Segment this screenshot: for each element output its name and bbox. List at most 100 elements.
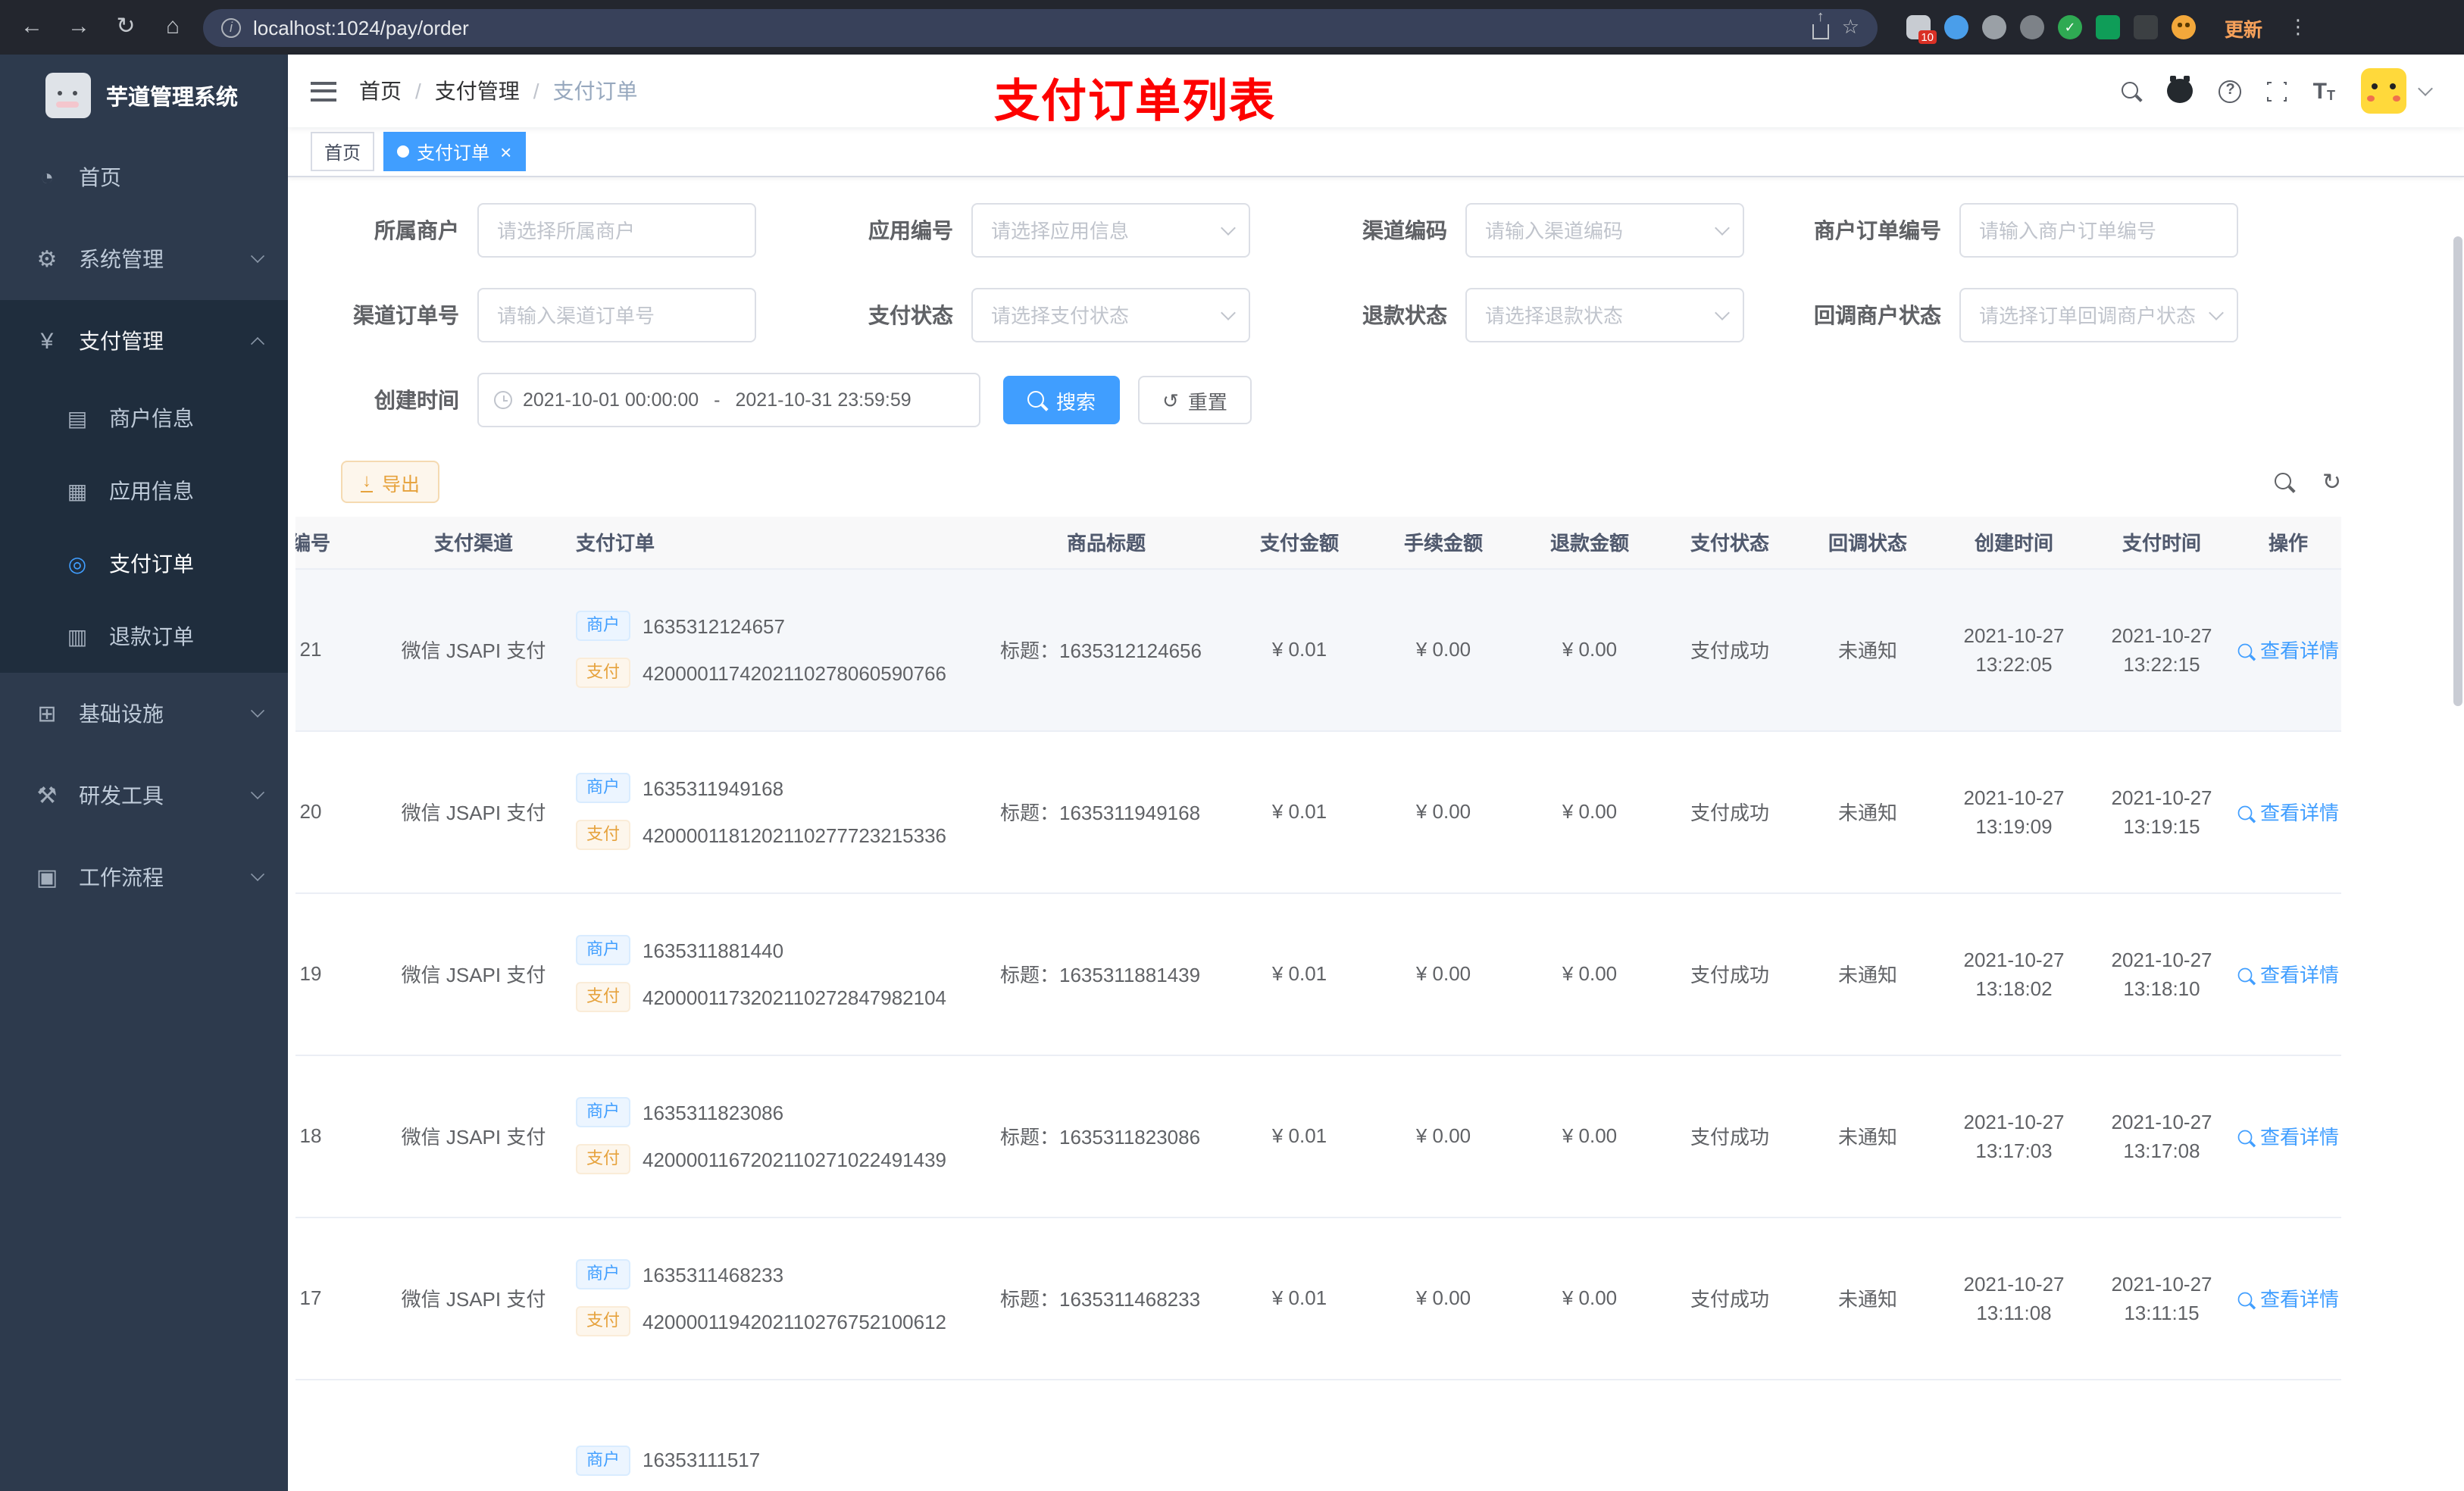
hamburger-icon[interactable] (311, 81, 336, 101)
forward-icon[interactable]: → (62, 0, 95, 55)
app-no-select[interactable] (971, 203, 1250, 258)
sidebar-item-refund-order[interactable]: ▥ 退款订单 (0, 600, 288, 673)
sidebar-item-pay-order[interactable]: ◎ 支付订单 (0, 527, 288, 600)
sidebar-item-merchant-info[interactable]: ▤ 商户信息 (0, 382, 288, 455)
extension-icon[interactable] (1982, 15, 2006, 39)
col-notify-status: 回调状态 (1796, 517, 1940, 569)
sidebar-item-workflow[interactable]: ▣ 工作流程 (0, 836, 288, 918)
github-icon[interactable] (2167, 76, 2194, 103)
breadcrumb-pay[interactable]: 支付管理 (435, 76, 520, 106)
extension-icon[interactable]: 10 (1906, 15, 1937, 44)
view-detail-link[interactable]: 查看详情 (2235, 1217, 2341, 1380)
refresh-icon[interactable]: ↻ (2322, 470, 2341, 493)
filter-refund-status: 退款状态 (1314, 288, 1744, 342)
order-id: 20 (295, 730, 386, 893)
extension-badge: 10 (1918, 30, 1937, 44)
pay-date: 2021-10-27 (2111, 624, 2212, 646)
product-title: 标题：1635311823086 (985, 1055, 1227, 1217)
view-detail-link[interactable]: 查看详情 (2235, 730, 2341, 893)
date-start: 2021-10-01 00:00:00 (523, 389, 699, 411)
back-icon[interactable]: ← (15, 0, 48, 55)
extension-puzzle-icon[interactable] (2134, 15, 2158, 39)
channel-order-no-input[interactable] (477, 288, 756, 342)
sidebar-item-infra[interactable]: ⊞ 基础设施 (0, 673, 288, 755)
extension-icon[interactable] (2020, 15, 2044, 39)
channel-order-no: 4200001174202110278060590766 (643, 661, 947, 684)
share-icon[interactable] (1812, 8, 1830, 39)
merchant-tag: 商户 (576, 773, 630, 803)
tab-pay-order[interactable]: 支付订单 × (383, 132, 526, 171)
notify-status: 未通知 (1796, 1217, 1940, 1380)
col-title: 商品标题 (985, 517, 1227, 569)
extension-icon[interactable]: ✓ (2058, 15, 2082, 39)
table-row: 21 微信 JSAPI 支付 商户 1635312124657 支付 42000… (295, 568, 2341, 731)
col-pay-amount: 支付金额 (1227, 517, 1371, 569)
pay-time: 2021-10-27 13:18:10 (2088, 892, 2235, 1055)
pay-clock: 13:11:15 (2124, 1301, 2200, 1324)
refund-amount: ¥ 0.00 (1515, 1055, 1664, 1217)
filter-app-no: 应用编号 (820, 203, 1250, 258)
view-detail-link[interactable]: 查看详情 (2235, 568, 2341, 731)
export-button[interactable]: ↓ 导出 (341, 461, 440, 503)
fullscreen-icon[interactable] (2264, 78, 2290, 104)
pay-status-select[interactable] (971, 288, 1250, 342)
merchant-order-no-input[interactable] (1959, 203, 2238, 258)
chevron-up-icon (250, 336, 265, 352)
merchant-input[interactable] (477, 203, 756, 258)
user-avatar[interactable] (2361, 68, 2406, 114)
breadcrumb-home[interactable]: 首页 (359, 76, 402, 106)
close-tab-icon[interactable]: × (500, 142, 511, 161)
merchant-order-no: 1635311949168 (643, 777, 784, 799)
create-time: 2021-10-27 13:17:03 (1940, 1055, 2088, 1217)
tab-home[interactable]: 首页 (311, 132, 375, 171)
col-pay-order: 支付订单 (561, 517, 985, 569)
pay-date: 2021-10-27 (2111, 786, 2212, 808)
merchant-order-line: 商户 1635311949168 (576, 773, 985, 803)
view-detail-link[interactable]: 查看详情 (2235, 892, 2341, 1055)
col-pay-status: 支付状态 (1664, 517, 1796, 569)
sidebar-item-home[interactable]: ◔ 首页 (0, 136, 288, 218)
page-content: 所属商户 应用编号 渠道编码 商户订单编号 (288, 177, 2464, 1491)
url-text[interactable]: localhost:1024/pay/order (253, 16, 1801, 39)
merchant-order-no: 1635311823086 (643, 1101, 784, 1124)
home-icon[interactable]: ⌂ (156, 0, 189, 55)
create-time-range-picker[interactable]: 2021-10-01 00:00:00 - 2021-10-31 23:59:5… (477, 373, 980, 427)
extension-icon[interactable] (1944, 15, 1968, 39)
product-title: 标题：1635311468233 (985, 1217, 1227, 1380)
sidebar-item-pay[interactable]: ¥ 支付管理 (0, 300, 288, 382)
browser-menu-icon[interactable]: ⋮ (2288, 15, 2308, 39)
search-button[interactable]: 搜索 (1003, 376, 1121, 424)
dashboard-icon: ◔ (39, 164, 55, 190)
app-logo[interactable]: 芋道管理系统 (0, 55, 288, 136)
sidebar-item-app-info[interactable]: ▦ 应用信息 (0, 455, 288, 527)
scrollbar[interactable] (2453, 236, 2462, 1491)
site-info-icon[interactable]: i (221, 17, 241, 37)
profile-avatar[interactable] (2172, 15, 2196, 39)
search-icon[interactable] (2122, 81, 2142, 101)
bookmark-star-icon[interactable]: ☆ (1842, 15, 1859, 39)
extension-icon[interactable] (2096, 15, 2120, 39)
pay-order-cell: 商户 1635312124657 支付 42000011742021102780… (561, 568, 985, 731)
reload-icon[interactable]: ↻ (109, 0, 142, 55)
help-icon[interactable]: ? (2219, 80, 2242, 102)
view-detail-label: 查看详情 (2259, 1126, 2339, 1149)
font-size-icon[interactable]: TT (2313, 80, 2335, 102)
scrollbar-thumb[interactable] (2453, 236, 2462, 706)
sidebar-item-devtools[interactable]: ⚒ 研发工具 (0, 755, 288, 836)
caret-down-icon[interactable] (2418, 81, 2433, 96)
refund-status-select[interactable] (1465, 288, 1744, 342)
toggle-search-icon[interactable] (2275, 472, 2295, 492)
logo-avatar (45, 73, 91, 118)
channel-code-select[interactable] (1465, 203, 1744, 258)
notify-status-select[interactable] (1959, 288, 2238, 342)
sidebar-item-system[interactable]: ⚙ 系统管理 (0, 218, 288, 300)
address-bar[interactable]: i localhost:1024/pay/order ☆ (203, 8, 1878, 46)
browser-update-button[interactable]: 更新 (2225, 13, 2262, 42)
view-detail-link[interactable]: 查看详情 (2235, 1055, 2341, 1217)
col-pay-time: 支付时间 (2088, 517, 2235, 569)
reset-button[interactable]: ↺ 重置 (1138, 376, 1252, 424)
col-refund-amount: 退款金额 (1515, 517, 1664, 569)
refund-amount: ¥ 0.00 (1515, 1217, 1664, 1380)
table-row: 18 微信 JSAPI 支付 商户 1635311823086 支付 42000… (295, 1055, 2341, 1217)
create-date: 2021-10-27 (1963, 1110, 2065, 1133)
